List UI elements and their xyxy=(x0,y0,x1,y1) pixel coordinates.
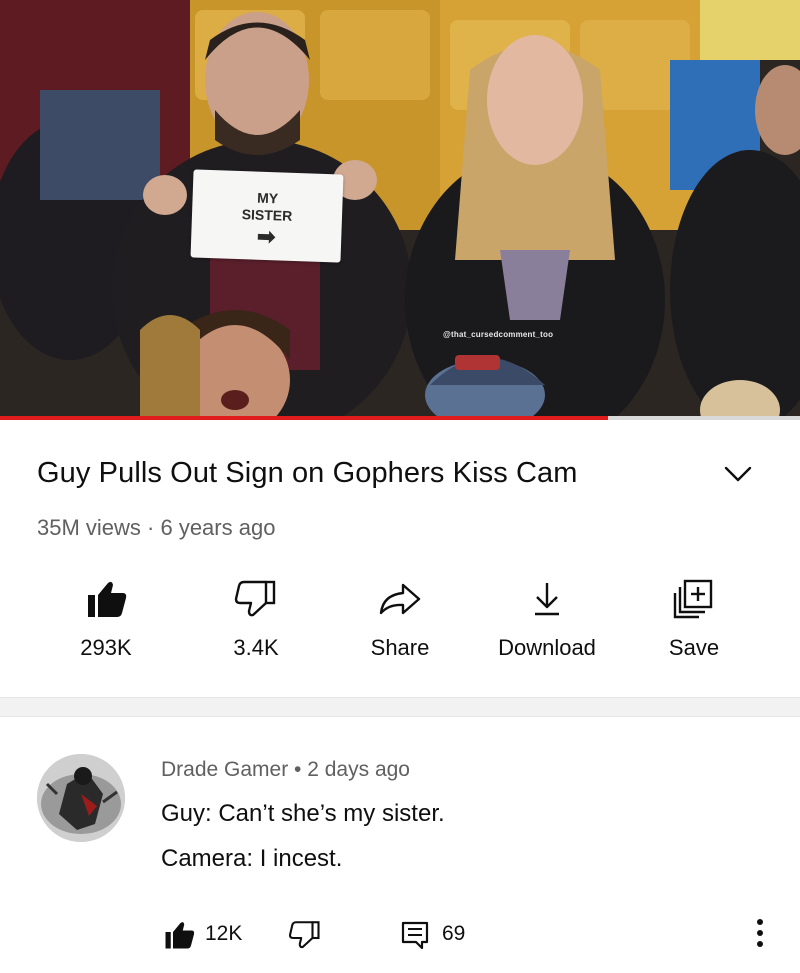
comment-text-line1: Guy: Can’t she’s my sister. xyxy=(161,800,445,827)
download-button[interactable]: Download xyxy=(477,575,617,661)
like-button[interactable]: 293K xyxy=(36,575,176,661)
dislike-count: 3.4K xyxy=(233,635,279,660)
save-button[interactable]: Save xyxy=(624,575,764,661)
video-frame-image xyxy=(0,0,800,420)
thumbs-down-icon xyxy=(234,580,276,617)
chevron-down-icon[interactable] xyxy=(722,462,754,486)
progress-bar[interactable] xyxy=(0,416,800,420)
share-label: Share xyxy=(370,635,430,660)
comment-reply-count: 69 xyxy=(442,922,466,945)
download-icon xyxy=(535,583,559,616)
video-meta: 35M views · 6 years ago xyxy=(37,515,276,540)
more-options-icon[interactable] xyxy=(750,916,770,950)
comment-actions: 12K 69 xyxy=(161,918,781,952)
thumbs-down-icon[interactable] xyxy=(287,920,323,950)
comment-like-count: 12K xyxy=(205,922,243,945)
share-icon xyxy=(379,583,421,615)
comment-author[interactable]: Drade Gamer • 2 days ago xyxy=(161,758,410,782)
thumbs-up-filled-icon[interactable] xyxy=(161,920,197,950)
progress-bar-fill xyxy=(0,416,608,420)
avatar-image xyxy=(37,754,125,842)
section-divider xyxy=(0,697,800,717)
avatar[interactable] xyxy=(37,754,125,842)
save-playlist-icon xyxy=(673,579,713,619)
comment-text-line2: Camera: I incest. xyxy=(161,845,343,872)
video-title[interactable]: Guy Pulls Out Sign on Gophers Kiss Cam xyxy=(37,457,578,490)
like-count: 293K xyxy=(80,635,132,660)
video-player[interactable]: MY SISTER ➡ @that_cursedcomment_too xyxy=(0,0,800,420)
dislike-button[interactable]: 3.4K xyxy=(186,575,326,661)
hand-held-sign: MY SISTER ➡ xyxy=(190,169,344,263)
watermark: @that_cursedcomment_too xyxy=(443,330,554,339)
thumbs-up-filled-icon xyxy=(88,581,127,617)
comment-reply-icon[interactable] xyxy=(400,920,430,950)
share-button[interactable]: Share xyxy=(330,575,470,661)
sign-arrow: ➡ xyxy=(256,223,276,250)
save-label: Save xyxy=(668,635,720,660)
download-label: Download xyxy=(498,635,596,660)
